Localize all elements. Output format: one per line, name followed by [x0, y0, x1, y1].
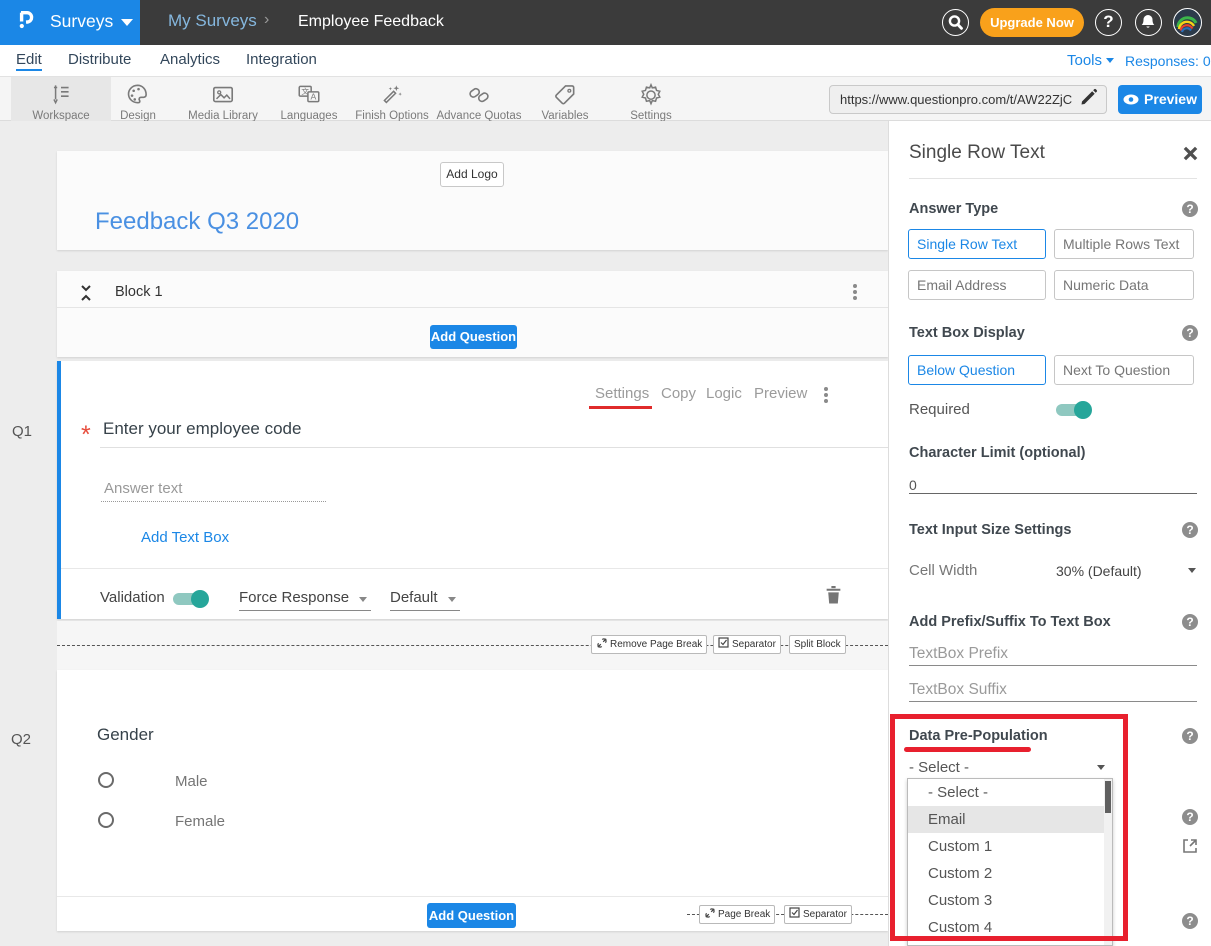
svg-text:A: A	[310, 92, 316, 102]
